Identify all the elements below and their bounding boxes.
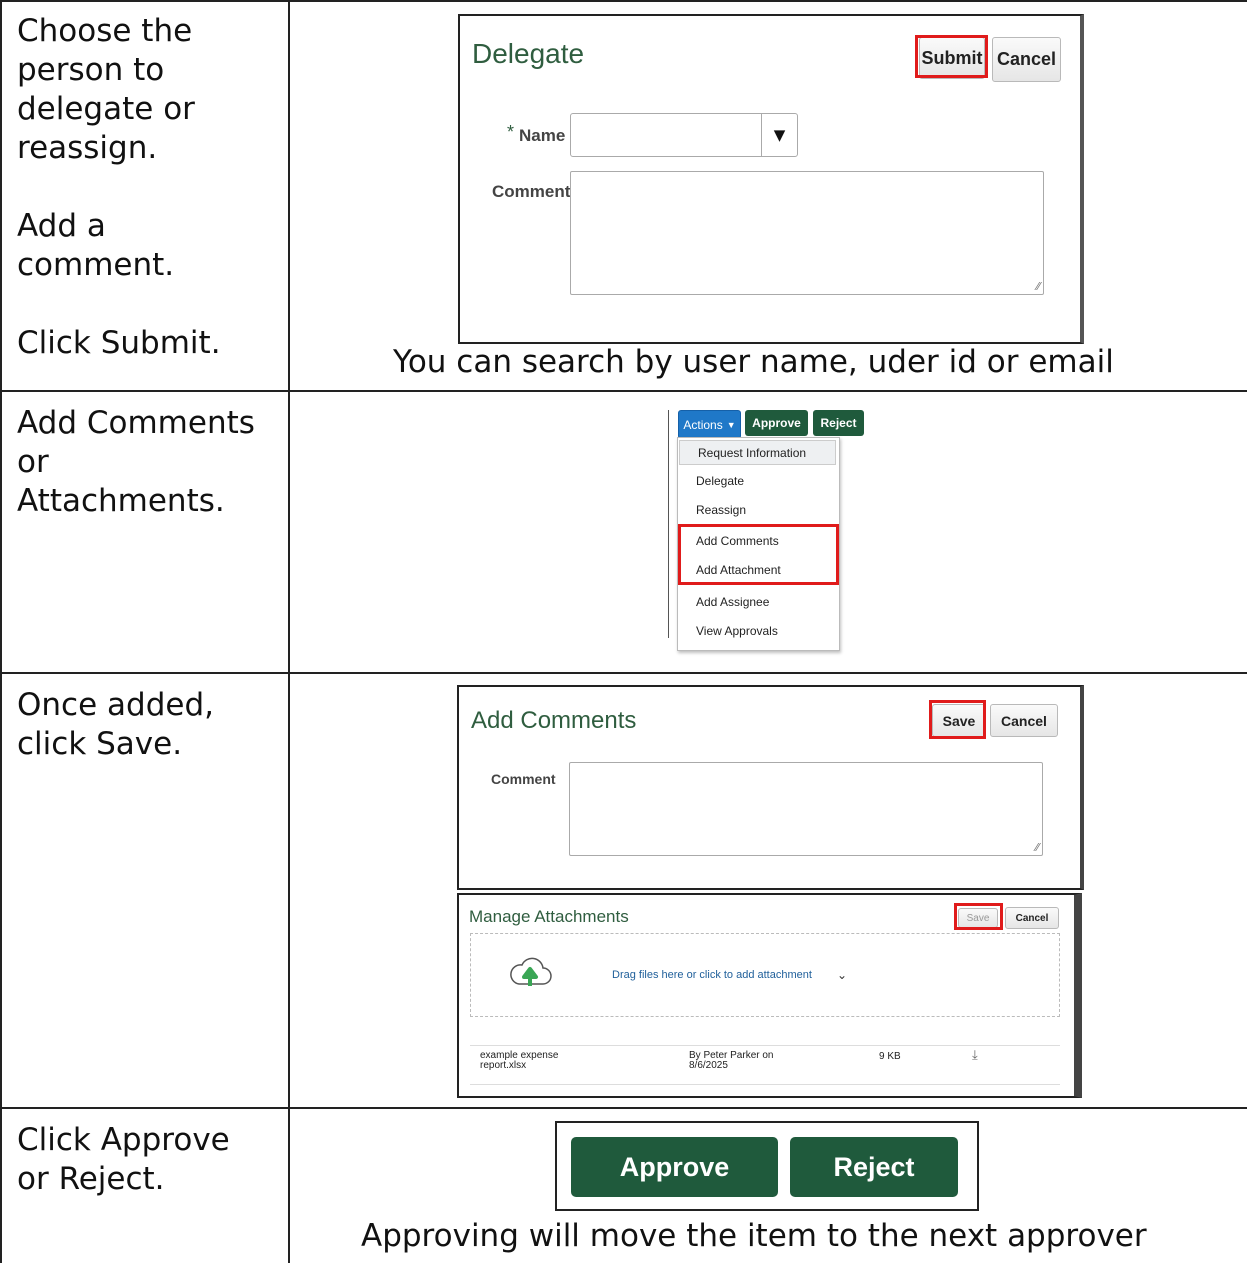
menu-left-border	[668, 410, 669, 638]
attachment-size: 9 KB	[879, 1051, 901, 1062]
menu-item-request-information[interactable]: Request Information	[679, 440, 836, 465]
download-icon[interactable]: ⤓	[972, 1048, 978, 1063]
manage-attachments-screenshot: Manage Attachments Save Cancel Drag file…	[457, 893, 1082, 1098]
attachments-cancel-button[interactable]: Cancel	[1005, 907, 1059, 929]
table-border-left	[0, 0, 2, 1263]
actions-button[interactable]: Actions ▼	[678, 410, 741, 439]
row-3-instruction: Once added, click Save.	[17, 687, 214, 762]
submit-highlight	[915, 35, 988, 78]
save-highlight	[929, 700, 986, 739]
menu-item-add-assignee[interactable]: Add Assignee	[678, 589, 828, 614]
dropzone-text[interactable]: Drag files here or click to add attachme…	[612, 969, 812, 981]
comment-textarea[interactable]: ⁄⁄	[569, 762, 1043, 856]
row-2-instruction: Add Comments or Attachments.	[17, 405, 255, 519]
manage-attachments-title: Manage Attachments	[469, 907, 629, 926]
row-4-instruction: Click Approve or Reject.	[17, 1122, 230, 1197]
add-comments-title: Add Comments	[471, 707, 637, 734]
actions-menu-screenshot: Actions ▼ Approve Reject Request Informa…	[668, 406, 868, 656]
menu-item-delegate[interactable]: Delegate	[678, 468, 828, 493]
reject-button-small[interactable]: Reject	[813, 410, 864, 436]
row-1-caption: You can search by user name, uder id or …	[393, 344, 1114, 380]
cancel-button[interactable]: Cancel	[992, 37, 1061, 82]
approve-button[interactable]: Approve	[571, 1137, 778, 1197]
table-border-top	[0, 0, 1247, 2]
row-divider	[0, 1107, 1247, 1109]
upload-cloud-icon	[507, 956, 553, 990]
menu-item-view-approvals[interactable]: View Approvals	[678, 618, 828, 643]
menu-item-reassign[interactable]: Reassign	[678, 497, 828, 522]
delegate-dialog-screenshot: Delegate Submit Cancel * Name ▼ Comment …	[458, 14, 1084, 344]
chevron-down-icon[interactable]: ⌄	[837, 968, 847, 982]
delegate-title: Delegate	[472, 38, 585, 69]
comment-label: Comment	[491, 771, 556, 787]
cancel-button[interactable]: Cancel	[990, 704, 1058, 737]
row-4-caption: Approving will move the item to the next…	[361, 1218, 1147, 1254]
column-divider	[288, 0, 290, 1263]
caret-down-icon: ▼	[726, 419, 736, 430]
add-comments-screenshot: Add Comments Save Cancel Comment ⁄⁄	[457, 685, 1084, 890]
menu-highlight	[678, 524, 839, 585]
attachments-save-highlight	[954, 903, 1003, 930]
dropzone[interactable]: Drag files here or click to add attachme…	[470, 933, 1060, 1017]
chevron-down-icon[interactable]: ▼	[761, 114, 797, 156]
resize-handle-icon[interactable]: ⁄⁄	[1035, 841, 1039, 854]
required-asterisk: *	[507, 122, 515, 142]
resize-handle-icon[interactable]: ⁄⁄	[1036, 280, 1040, 293]
attachment-file-name[interactable]: example expense report.xlsx	[480, 1051, 558, 1071]
attachment-list-divider	[470, 1045, 1060, 1046]
decision-buttons-screenshot: Approve Reject	[555, 1121, 979, 1211]
attachment-uploaded-by: By Peter Parker on 8/6/2025	[689, 1050, 774, 1071]
actions-label: Actions	[683, 417, 723, 432]
row-divider	[0, 390, 1247, 392]
name-label: Name	[519, 126, 566, 145]
row-1-instruction: Choose the person to delegate or reassig…	[17, 13, 221, 361]
comment-label: Comment	[492, 182, 571, 201]
comment-textarea[interactable]: ⁄⁄	[570, 171, 1044, 295]
name-select[interactable]: ▼	[570, 113, 798, 157]
approve-button-small[interactable]: Approve	[745, 410, 808, 436]
row-divider	[0, 672, 1247, 674]
reject-button[interactable]: Reject	[790, 1137, 958, 1197]
attachment-row: example expense report.xlsx By Peter Par…	[470, 1047, 1060, 1085]
